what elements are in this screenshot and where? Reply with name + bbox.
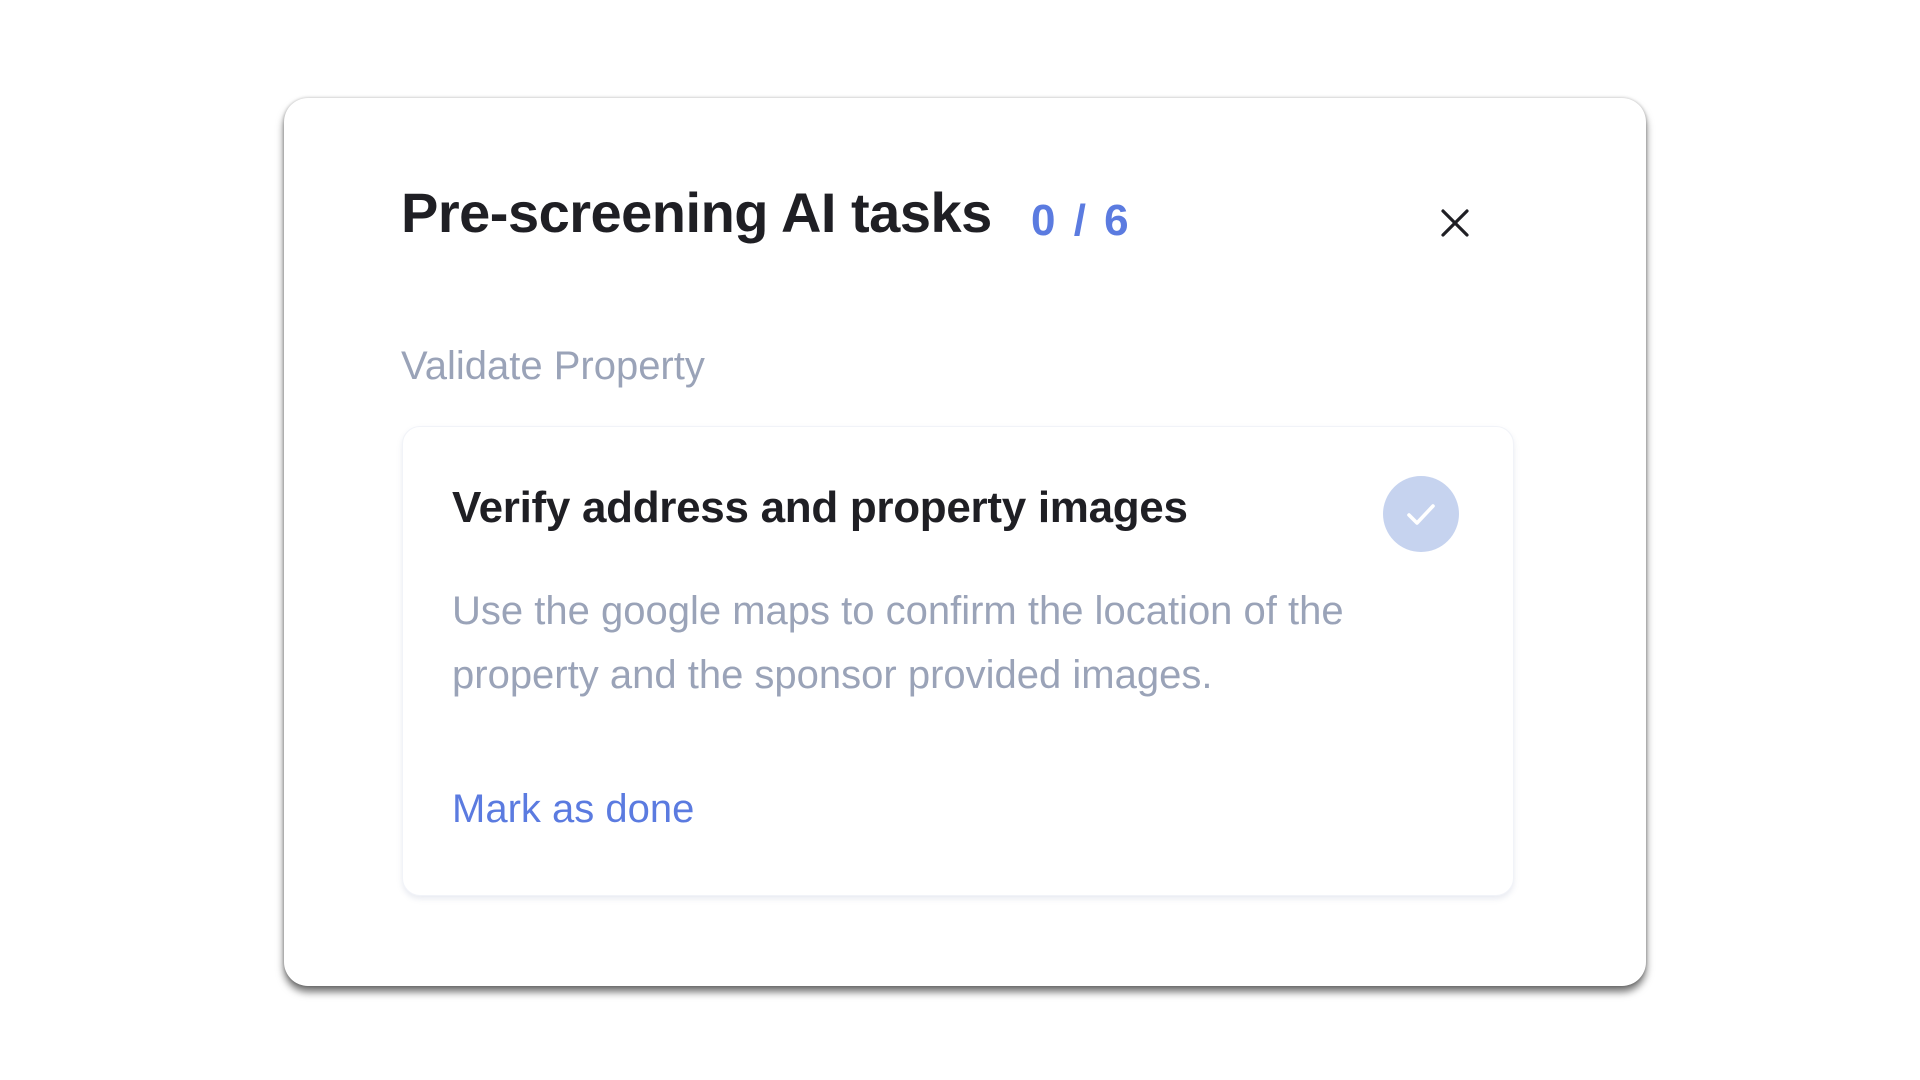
task-description: Use the google maps to confirm the locat… bbox=[452, 589, 1344, 697]
check-icon bbox=[1407, 504, 1435, 525]
section-heading: Validate Property bbox=[401, 344, 705, 388]
mark-as-done-link[interactable]: Mark as done bbox=[452, 787, 694, 832]
close-icon bbox=[1441, 209, 1469, 237]
modal-title: Pre-screening AI tasks bbox=[401, 181, 992, 244]
close-button[interactable] bbox=[1433, 201, 1477, 245]
task-title: Verify address and property images bbox=[452, 483, 1188, 532]
task-complete-toggle[interactable] bbox=[1383, 476, 1459, 552]
task-progress-counter: 0 / 6 bbox=[1031, 196, 1132, 245]
task-card: Verify address and property images Use t… bbox=[402, 426, 1514, 896]
page-background: Pre-screening AI tasks 0 / 6 Validate Pr… bbox=[0, 0, 1920, 1080]
tasks-modal: Pre-screening AI tasks 0 / 6 Validate Pr… bbox=[284, 98, 1646, 986]
